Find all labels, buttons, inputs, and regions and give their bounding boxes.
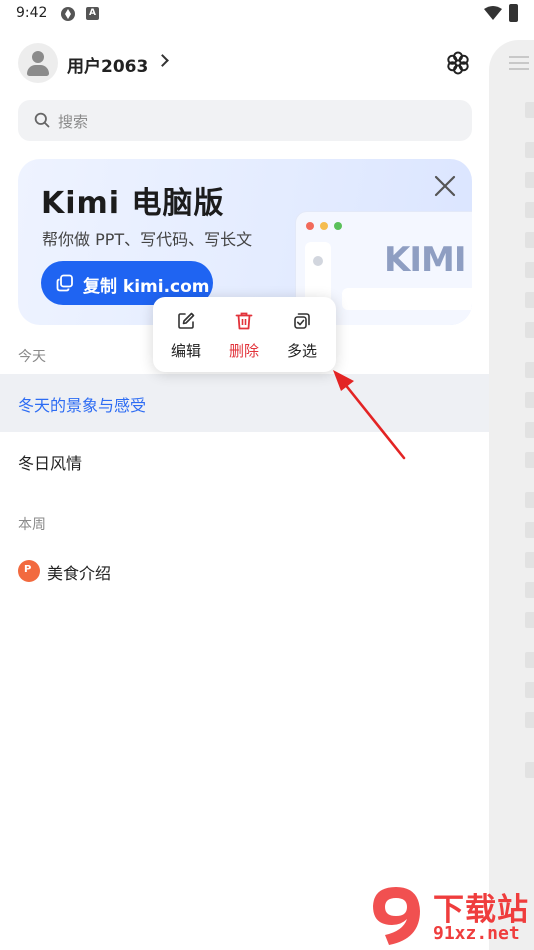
conversation-title: 冬天的景象与感受 — [18, 396, 147, 415]
search-placeholder: 搜索 — [58, 113, 89, 131]
watermark: 下载站 91xz.net — [365, 883, 533, 949]
settings-icon[interactable] — [445, 50, 471, 76]
edit-label: 编辑 — [170, 342, 201, 360]
trash-icon — [235, 312, 253, 330]
multiselect-label: 多选 — [286, 342, 317, 360]
delete-label: 删除 — [228, 342, 259, 360]
section-header-today: 今天 — [18, 349, 46, 365]
search-icon — [34, 112, 50, 128]
conversation-item[interactable]: 冬天的景象与感受 — [0, 374, 489, 432]
edit-icon — [178, 312, 195, 329]
status-bar: 9:42 A — [0, 0, 534, 28]
notification-a-icon: A — [86, 7, 99, 20]
section-header-this-week: 本周 — [18, 517, 46, 533]
copy-link-label: 复制 kimi.com — [83, 277, 210, 297]
conversation-title: 美食介绍 — [47, 564, 112, 583]
menu-icon — [509, 56, 529, 70]
chevron-right-icon[interactable] — [156, 54, 169, 67]
edit-menu-item[interactable]: 编辑 — [161, 311, 211, 361]
conversation-title: 冬日风情 — [18, 454, 83, 473]
avatar[interactable] — [18, 43, 58, 83]
multiselect-icon — [294, 313, 310, 329]
banner-subtitle: 帮你做 PPT、写代码、写长文 — [42, 230, 253, 249]
watermark-url: 91xz.net — [433, 923, 520, 944]
illustration-logo: KIMI — [384, 240, 466, 280]
ppt-icon: P — [18, 560, 40, 582]
conversation-item[interactable]: P 美食介绍 — [0, 542, 489, 600]
copy-icon — [56, 274, 73, 292]
delete-menu-item[interactable]: 删除 — [219, 311, 269, 361]
banner-title: Kimi 电脑版 — [41, 186, 225, 221]
context-menu: 编辑 删除 多选 — [153, 297, 336, 372]
conversation-item[interactable]: 冬日风情 — [0, 432, 489, 490]
multiselect-menu-item[interactable]: 多选 — [277, 311, 327, 361]
status-time: 9:42 — [16, 5, 48, 21]
watermark-logo-icon — [373, 887, 420, 945]
close-icon[interactable] — [432, 173, 458, 199]
annotation-arrow — [333, 370, 406, 460]
username[interactable]: 用户2063 — [67, 52, 148, 77]
background-chat-panel[interactable] — [489, 40, 534, 950]
battery-icon — [509, 4, 518, 22]
search-input[interactable]: 搜索 — [18, 100, 472, 141]
wifi-icon — [484, 6, 502, 20]
app-notification-icon — [61, 7, 75, 21]
